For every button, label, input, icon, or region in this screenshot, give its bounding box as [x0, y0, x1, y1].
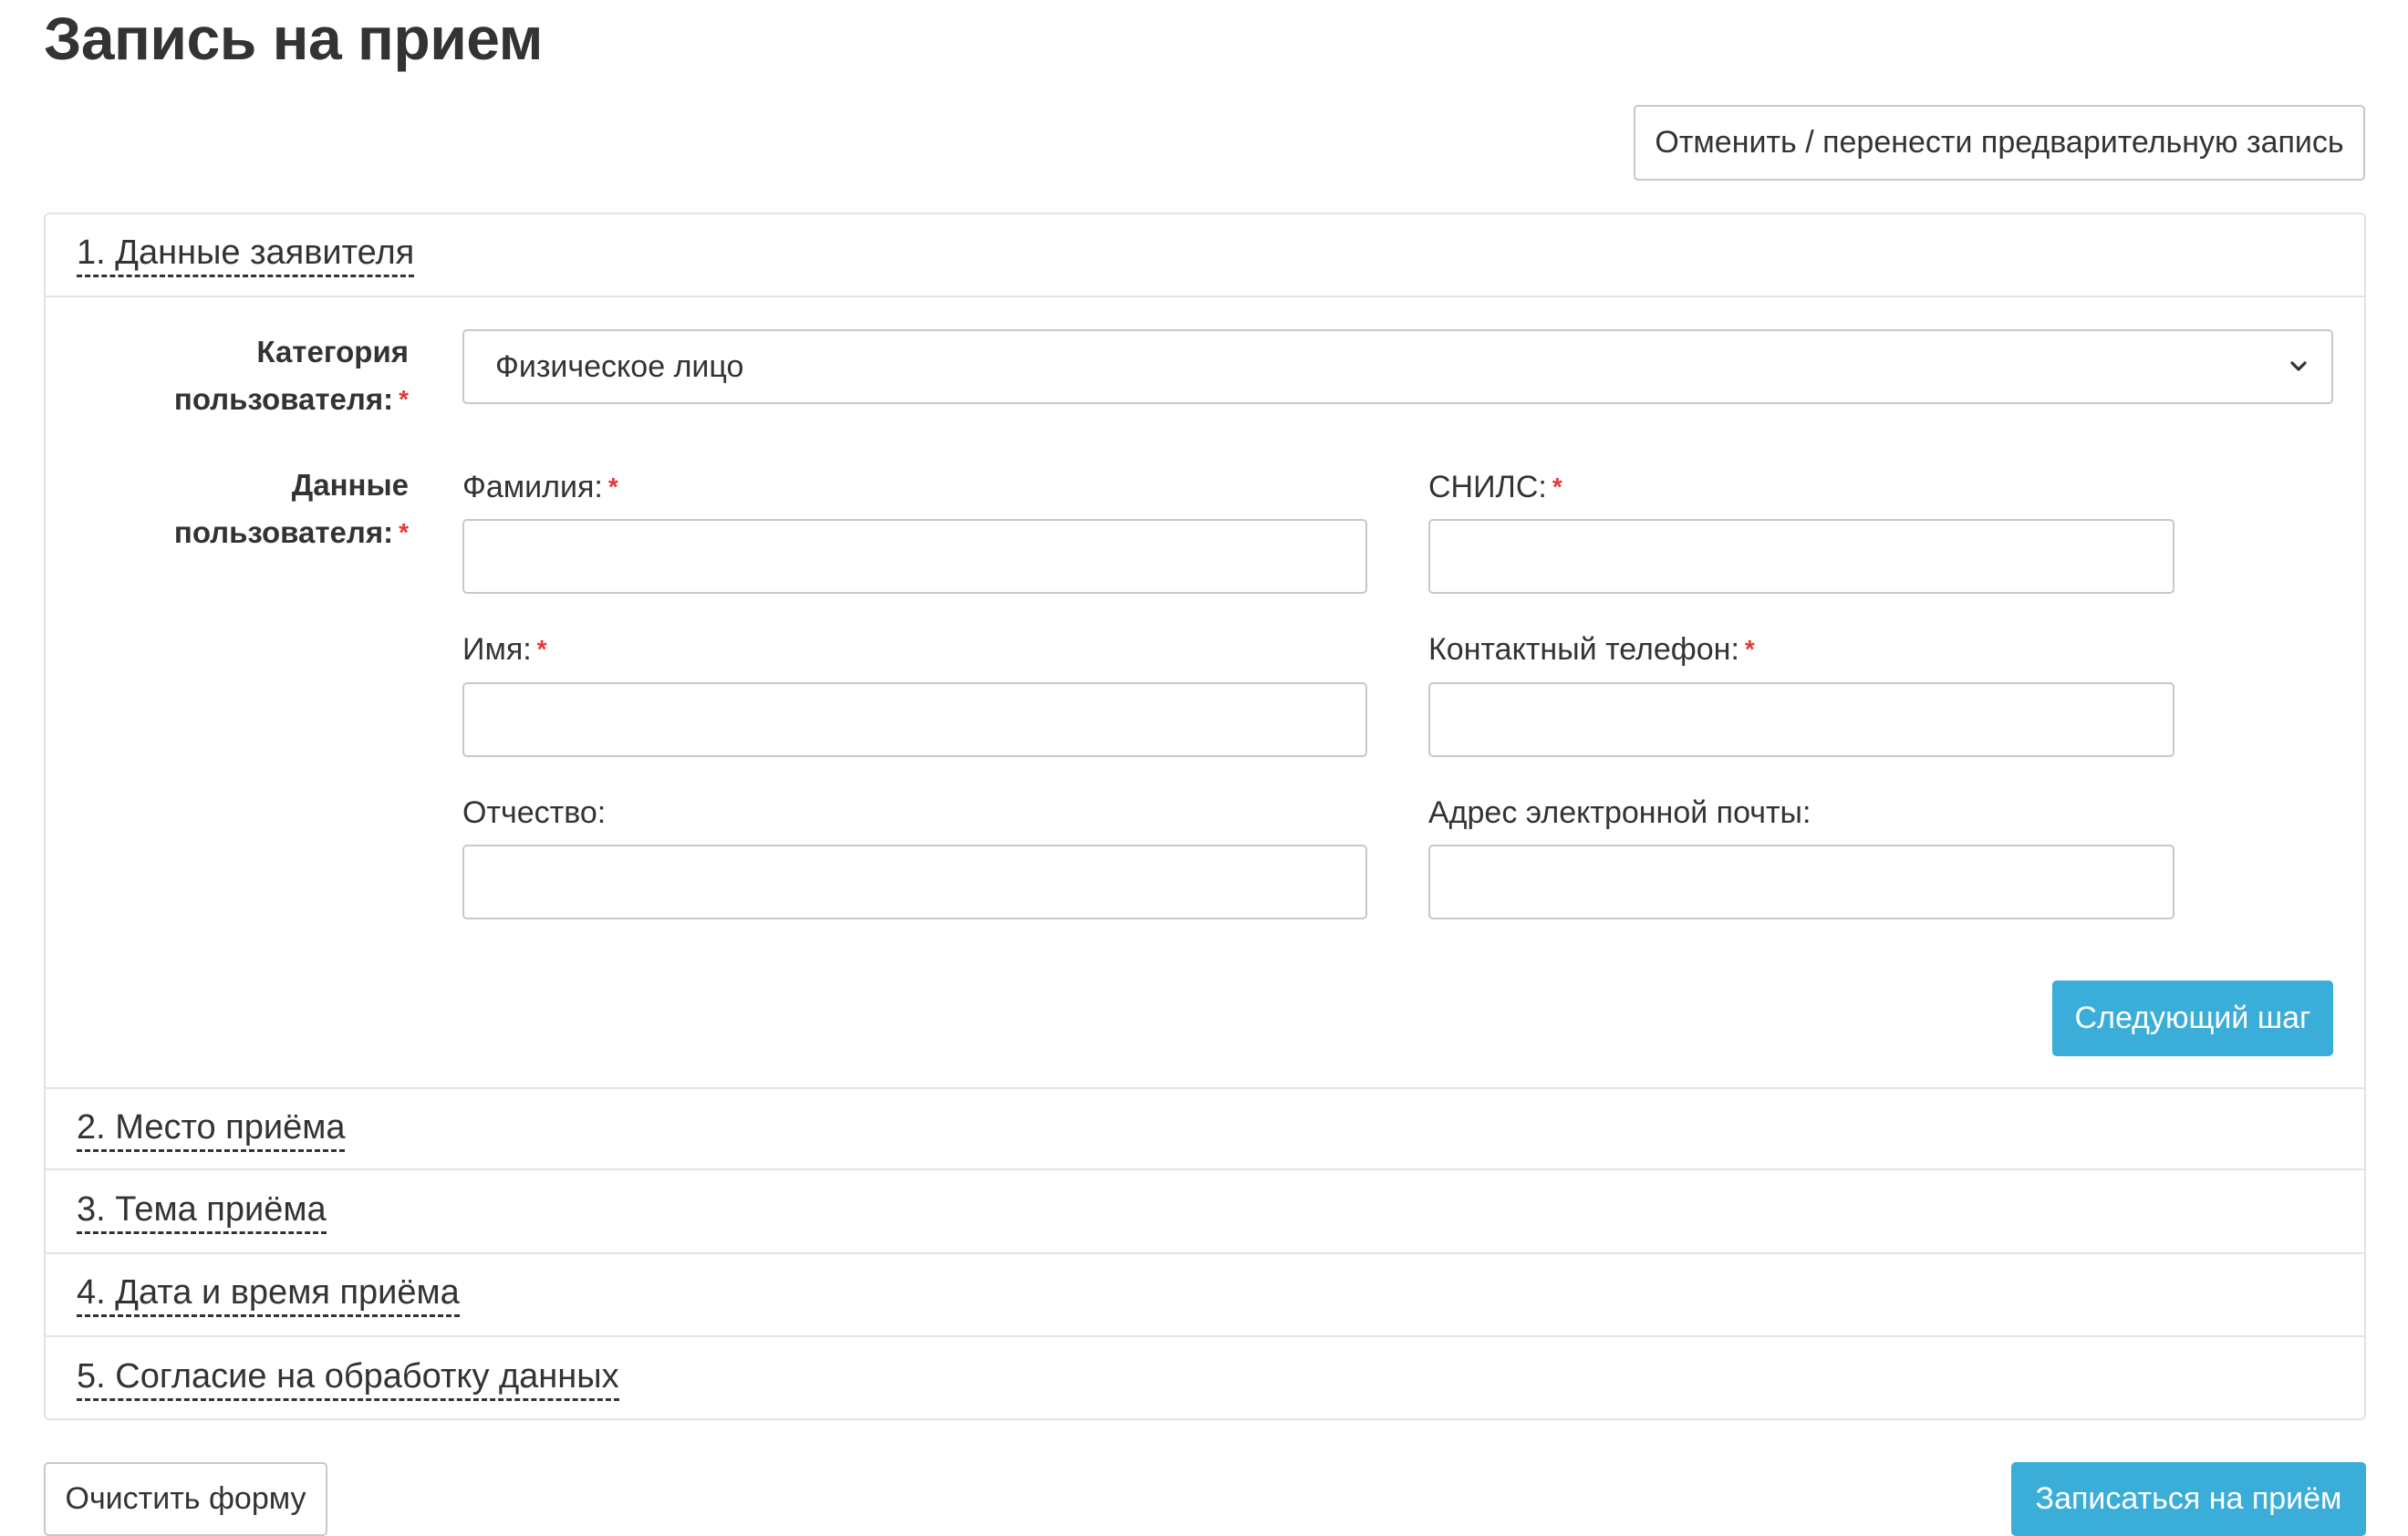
- required-mark: *: [607, 472, 618, 501]
- user-category-label-line2: пользователя:: [173, 382, 394, 416]
- patronymic-label: Отчество:: [462, 795, 607, 830]
- required-mark: *: [399, 385, 409, 413]
- section-header-datetime[interactable]: 4. Дата и время приёма: [46, 1254, 2364, 1337]
- section-title-datetime[interactable]: 4. Дата и время приёма: [77, 1272, 460, 1317]
- phone-label: Контактный телефон: *: [1428, 629, 1755, 669]
- surname-input[interactable]: [462, 519, 1367, 594]
- section-header-consent[interactable]: 5. Согласие на обработку данных: [46, 1338, 2364, 1421]
- required-mark: *: [536, 635, 547, 663]
- user-data-label-line1: Данные: [291, 468, 409, 502]
- required-mark: *: [1552, 472, 1562, 501]
- required-mark: *: [1744, 635, 1755, 663]
- name-input[interactable]: [462, 682, 1367, 757]
- cancel-reschedule-button[interactable]: Отменить / перенести предварительную зап…: [1634, 105, 2365, 181]
- section-header-place[interactable]: 2. Место приёма: [46, 1087, 2364, 1170]
- required-mark: *: [399, 518, 409, 546]
- name-label-text: Имя:: [462, 632, 532, 667]
- next-step-button[interactable]: Следующий шаг: [2052, 981, 2333, 1056]
- chevron-down-icon: [2290, 361, 2307, 371]
- section-header-applicant[interactable]: 1. Данные заявителя: [46, 214, 2364, 297]
- section-title-place[interactable]: 2. Место приёма: [77, 1107, 346, 1152]
- page-title: Запись на прием: [44, 5, 543, 72]
- user-category-select[interactable]: Физическое лицо: [462, 329, 2333, 404]
- user-data-label-line2: пользователя:: [173, 515, 394, 549]
- section-title-topic[interactable]: 3. Тема приёма: [77, 1189, 327, 1234]
- user-category-label: Категория пользователя: *: [174, 328, 409, 423]
- section-header-topic[interactable]: 3. Тема приёма: [46, 1171, 2364, 1254]
- phone-input[interactable]: [1428, 682, 2174, 757]
- user-data-label: Данные пользователя: *: [174, 462, 409, 556]
- user-category-value: Физическое лицо: [495, 348, 744, 384]
- section-title-consent[interactable]: 5. Согласие на обработку данных: [77, 1356, 619, 1401]
- snils-label: СНИЛС: *: [1428, 467, 1562, 507]
- surname-label: Фамилия: *: [462, 467, 618, 507]
- name-label: Имя: *: [462, 629, 547, 669]
- section-title-applicant[interactable]: 1. Данные заявителя: [77, 233, 415, 277]
- surname-label-text: Фамилия:: [462, 470, 603, 504]
- email-label: Адрес электронной почты:: [1428, 795, 1811, 830]
- phone-label-text: Контактный телефон:: [1428, 632, 1739, 667]
- user-category-label-line1: Категория: [256, 335, 409, 368]
- email-input[interactable]: [1428, 845, 2174, 919]
- snils-input[interactable]: [1428, 519, 2174, 594]
- patronymic-input[interactable]: [462, 845, 1367, 919]
- snils-label-text: СНИЛС:: [1428, 470, 1547, 504]
